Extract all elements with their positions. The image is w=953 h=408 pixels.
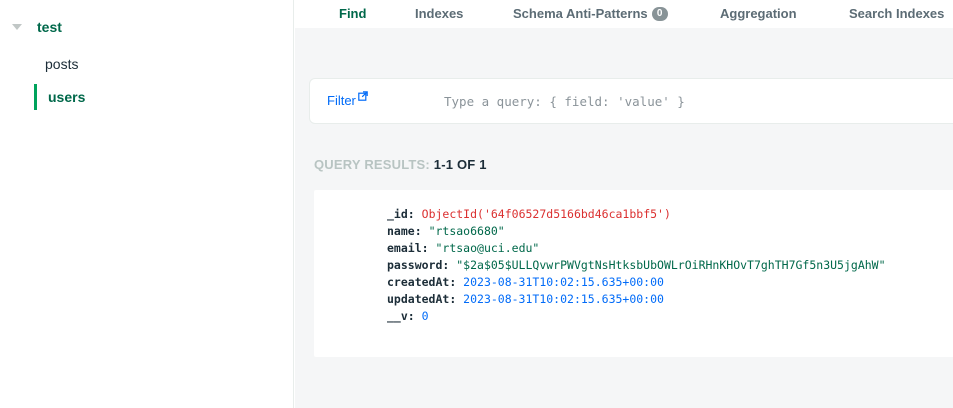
count-badge: 0 [651,6,668,21]
filter-help-link[interactable]: Filter [327,91,368,108]
caret-down-icon[interactable] [12,24,22,30]
tab-label: Indexes [415,6,464,21]
tab-schema-anti-patterns[interactable]: Schema Anti-Patterns 0 [513,6,668,21]
query-results-summary: QUERY RESULTS: 1-1 OF 1 [314,157,487,172]
tab-bar: Find Indexes Schema Anti-Patterns 0 Aggr… [295,0,953,28]
field-updatedat: updatedAt: 2023-08-31T10:02:15.635+00:00 [387,292,664,306]
external-link-icon [358,91,368,101]
collection-label: posts [45,56,79,72]
tab-search-indexes[interactable]: Search Indexes [849,6,944,21]
results-count: 1-1 OF 1 [433,157,487,172]
tab-label: Find [339,6,367,21]
field-value: 2023-08-31T10:02:15.635+00:00 [463,292,664,306]
document-card[interactable]: _id: ObjectId('64f06527d5166bd46ca1bbf5'… [314,190,953,357]
filter-label: Filter [327,93,356,108]
field-id: _id: ObjectId('64f06527d5166bd46ca1bbf5'… [387,207,671,221]
tab-label: Aggregation [720,6,797,21]
field-value: "$2a$05$ULLQvwrPWVgtNsHtksbUbOWLrOiRHnKH… [456,258,886,272]
field-key: updatedAt [387,292,450,306]
tab-aggregation[interactable]: Aggregation [720,6,797,21]
field-name: name: "rtsao6680" [387,224,505,238]
field-v: __v: 0 [387,309,429,323]
field-key: email [387,241,422,255]
query-filter-input[interactable] [444,90,944,112]
database-label: test [37,19,62,35]
collection-item-posts[interactable]: posts [34,51,293,77]
tab-label: Search Indexes [849,6,945,21]
database-item-test[interactable]: test [0,14,294,40]
field-key: _id [387,207,408,221]
field-key: __v [387,309,408,323]
filter-bar: Filter [309,78,953,124]
field-value: "rtsao6680" [428,224,505,238]
document-fields: _id: ObjectId('64f06527d5166bd46ca1bbf5'… [387,206,886,325]
results-label: QUERY RESULTS: [314,157,430,172]
field-key: name [387,224,415,238]
tab-indexes[interactable]: Indexes [415,6,463,21]
collection-item-users[interactable]: users [34,84,293,110]
field-value: ObjectId('64f06527d5166bd46ca1bbf5') [421,207,671,221]
field-key: createdAt [387,275,450,289]
collection-label: users [48,89,86,105]
tab-find[interactable]: Find [339,6,366,21]
field-value: 0 [421,309,429,323]
field-value: 2023-08-31T10:02:15.635+00:00 [463,275,664,289]
field-createdat: createdAt: 2023-08-31T10:02:15.635+00:00 [387,275,664,289]
field-key: password [387,258,443,272]
field-password: password: "$2a$05$ULLQvwrPWVgtNsHtksbUbO… [387,258,886,272]
tab-label: Schema Anti-Patterns [513,6,648,21]
field-email: email: "rtsao@uci.edu" [387,241,540,255]
field-value: "rtsao@uci.edu" [435,241,540,255]
main-panel: Find Indexes Schema Anti-Patterns 0 Aggr… [295,0,953,408]
sidebar: test posts users [0,0,294,408]
